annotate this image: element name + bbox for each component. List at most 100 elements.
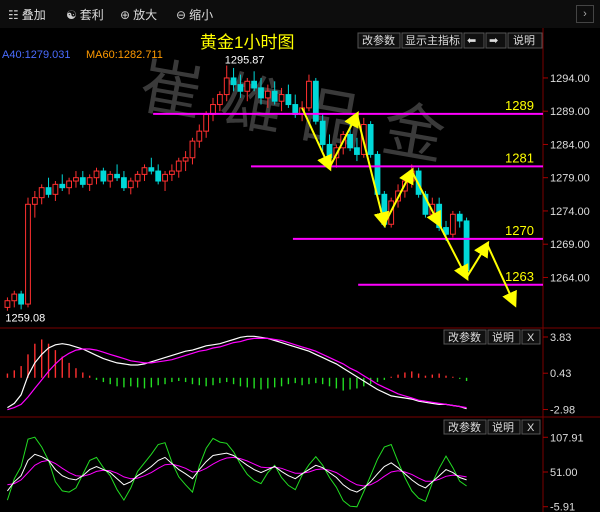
svg-text:说明: 说明: [492, 330, 514, 344]
candle-body: [45, 187, 52, 195]
candle-body: [278, 94, 285, 102]
zoom-in-label: 放大: [133, 8, 158, 22]
candle-body: [319, 120, 326, 145]
kdj-close-button[interactable]: X: [521, 419, 541, 435]
kdj-params-button[interactable]: 改参数: [443, 419, 487, 435]
y-tick-label: 1289.00: [550, 106, 590, 118]
candle-body: [86, 177, 93, 185]
candle-body: [449, 213, 456, 235]
main-help-button[interactable]: 说明: [507, 32, 543, 49]
candle-body: [271, 90, 278, 102]
candle-body: [264, 90, 271, 99]
candle-body: [175, 160, 182, 172]
kdj-j-line: [6, 436, 467, 508]
candle-body: [203, 114, 210, 132]
zoom-out-button[interactable]: ⊖ 缩小: [176, 6, 213, 22]
candle-body: [66, 180, 73, 189]
candle-body: [312, 80, 319, 122]
candle-body: [93, 170, 100, 179]
overlay-button[interactable]: ☷ 叠加: [8, 6, 46, 22]
y-tick-label: 1279.00: [550, 173, 590, 185]
level-label: 1281: [505, 150, 534, 165]
svg-text:改参数: 改参数: [448, 330, 481, 344]
ma60-label: MA60:1282.711: [86, 49, 163, 61]
candle-body: [354, 147, 360, 155]
macd-params-button[interactable]: 改参数: [443, 329, 487, 345]
candle-body: [162, 173, 168, 182]
svg-text:说明: 说明: [492, 420, 514, 434]
arrow-right-icon: ➡: [489, 35, 498, 47]
macd-close-button[interactable]: X: [521, 329, 541, 345]
macd-help-button[interactable]: 说明: [487, 329, 521, 345]
svg-text:显示主指标: 显示主指标: [405, 33, 460, 47]
chart-area: 崔雄品金 黄金1小时图 A40:1279.031 MA60:1282.711 改…: [0, 28, 600, 512]
main-indicator-button[interactable]: 显示主指标: [401, 32, 463, 49]
low-annotation: 1259.08: [5, 313, 45, 325]
candle-body: [79, 177, 86, 185]
main-params-button[interactable]: 改参数: [357, 32, 401, 49]
svg-text:改参数: 改参数: [362, 33, 395, 47]
candle-body: [100, 170, 107, 182]
zoom-in-button[interactable]: ⊕ 放大: [120, 6, 157, 22]
candle-body: [107, 173, 114, 182]
candle-body: [463, 220, 470, 272]
close-icon: X: [527, 332, 535, 344]
candle-body: [73, 177, 79, 182]
money-bag-icon: ☯: [66, 8, 77, 22]
zoom-out-label: 缩小: [189, 8, 214, 22]
scroll-right-button[interactable]: ➡: [485, 32, 507, 49]
candle-body: [121, 177, 127, 189]
candle-body: [230, 77, 237, 86]
candle-body: [155, 170, 162, 182]
zoom-in-icon: ⊕: [120, 8, 131, 22]
y-tick-label: -5.91: [550, 502, 575, 512]
candle-body: [189, 140, 196, 159]
y-tick-label: 0.43: [550, 368, 571, 380]
svg-text:改参数: 改参数: [448, 420, 481, 434]
candle-body: [223, 77, 230, 96]
high-annotation: 1295.87: [225, 55, 265, 67]
scroll-left-button[interactable]: ⬅: [463, 32, 485, 49]
arbitrage-button[interactable]: ☯ 套利: [66, 6, 104, 22]
ma40-label: A40:1279.031: [2, 49, 71, 61]
y-tick-label: 3.83: [550, 332, 571, 344]
overlay-label: 叠加: [21, 8, 46, 22]
candle-body: [168, 170, 175, 175]
y-tick-label: 51.00: [550, 467, 578, 479]
candle-body: [367, 124, 374, 155]
candle-body: [38, 187, 45, 199]
chart-title: 黄金1小时图: [200, 33, 294, 52]
candle-body: [59, 183, 66, 189]
candle-body: [148, 167, 155, 172]
candle-body: [196, 130, 203, 142]
candle-body: [306, 80, 312, 109]
level-label: 1289: [505, 98, 534, 113]
y-tick-label: 1264.00: [550, 272, 590, 284]
candle-body: [244, 80, 251, 92]
y-tick-label: 1274.00: [550, 206, 590, 218]
svg-text:说明: 说明: [513, 33, 535, 47]
candle-body: [456, 213, 463, 222]
arrow-left-icon: ⬅: [467, 35, 476, 47]
toolbar: ☷ 叠加 ☯ 套利 ⊕ 放大 ⊖ 缩小 ›: [0, 0, 600, 29]
next-arrow-button[interactable]: ›: [576, 5, 594, 23]
candle-body: [25, 203, 31, 305]
candle-body: [134, 173, 141, 182]
candle-body: [237, 84, 244, 92]
candle-body: [258, 87, 264, 99]
candle-body: [31, 197, 38, 205]
zoom-out-icon: ⊖: [176, 8, 187, 22]
candle-body: [18, 293, 25, 305]
y-tick-label: -2.98: [550, 405, 575, 417]
candle-body: [4, 300, 11, 308]
y-tick-label: 1284.00: [550, 139, 590, 151]
candle-body: [326, 143, 333, 159]
close-icon: X: [527, 422, 535, 434]
candle-body: [114, 173, 120, 179]
level-label: 1263: [505, 269, 534, 284]
candle-body: [11, 293, 18, 302]
layers-icon: ☷: [8, 8, 19, 22]
kdj-help-button[interactable]: 说明: [487, 419, 521, 435]
candle-body: [251, 80, 258, 89]
level-label: 1270: [505, 223, 534, 238]
